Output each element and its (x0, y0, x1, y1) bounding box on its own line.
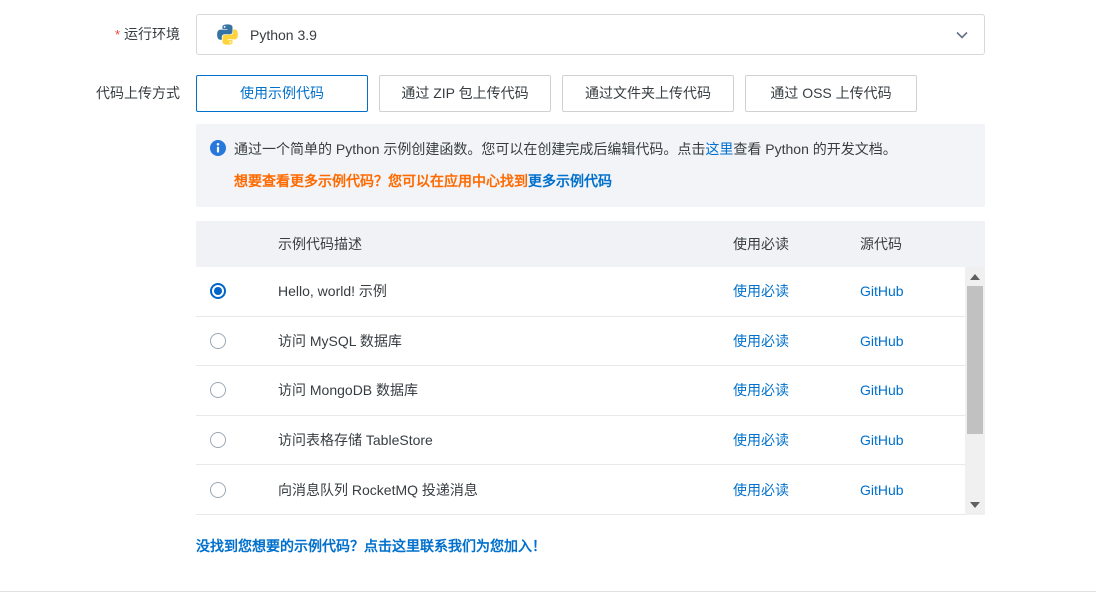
header-description: 示例代码描述 (278, 234, 733, 254)
contact-us-link[interactable]: 没找到您想要的示例代码？点击这里联系我们为您加入！ (196, 536, 546, 556)
table-header: 示例代码描述 使用必读 源代码 (196, 221, 985, 267)
readme-link[interactable]: 使用必读 (733, 283, 789, 299)
scroll-up-icon[interactable] (970, 274, 980, 280)
github-link[interactable]: GitHub (860, 482, 904, 498)
tab-sample-code[interactable]: 使用示例代码 (196, 75, 368, 112)
sample-radio[interactable] (210, 283, 226, 299)
table-row: 访问 MySQL 数据库 使用必读 GitHub (196, 317, 985, 367)
readme-link[interactable]: 使用必读 (733, 382, 789, 398)
python-icon (217, 24, 238, 45)
chevron-down-icon (954, 27, 970, 43)
banner-line1-suffix: 查看 Python 的开发文档。 (733, 141, 896, 157)
banner-line2: 想要查看更多示例代码？您可以在应用中心找到更多示例代码 (234, 171, 969, 191)
banner-line1-prefix: 通过一个简单的 Python 示例创建函数。您可以在创建完成后编辑代码。点击 (234, 141, 705, 157)
function-create-form: * 运行环境 Python 3.9 代码上传方式 使用示例代码 通过 ZIP 包上… (0, 0, 1096, 601)
github-link[interactable]: GitHub (860, 432, 904, 448)
sample-description: 向消息队列 RocketMQ 投递消息 (278, 480, 733, 500)
readme-link[interactable]: 使用必读 (733, 432, 789, 448)
banner-text: 通过一个简单的 Python 示例创建函数。您可以在创建完成后编辑代码。点击这里… (234, 139, 897, 159)
docs-here-link[interactable]: 这里 (705, 141, 733, 157)
header-readme: 使用必读 (733, 234, 860, 254)
scroll-down-icon[interactable] (970, 502, 980, 508)
table-body: Hello, world! 示例 使用必读 GitHub 访问 MySQL 数据… (196, 267, 985, 515)
banner-line2-prefix: 想要查看更多示例代码？您可以在应用中心找到 (234, 173, 528, 189)
info-icon (210, 140, 226, 156)
bottom-divider (0, 591, 1096, 592)
runtime-selected-value: Python 3.9 (250, 27, 954, 43)
runtime-label: * 运行环境 (0, 14, 196, 55)
sample-radio[interactable] (210, 482, 226, 498)
upload-method-tabs: 使用示例代码 通过 ZIP 包上传代码 通过文件夹上传代码 通过 OSS 上传代… (196, 75, 917, 112)
sample-radio[interactable] (210, 382, 226, 398)
readme-link[interactable]: 使用必读 (733, 482, 789, 498)
readme-link[interactable]: 使用必读 (733, 333, 789, 349)
sample-code-table: 示例代码描述 使用必读 源代码 Hello, world! 示例 使用必读 Gi… (196, 221, 985, 515)
info-banner: 通过一个简单的 Python 示例创建函数。您可以在创建完成后编辑代码。点击这里… (196, 124, 985, 207)
github-link[interactable]: GitHub (860, 333, 904, 349)
header-source: 源代码 (860, 234, 985, 254)
radio-cell (196, 283, 278, 299)
more-samples-link[interactable]: 更多示例代码 (528, 173, 612, 189)
sample-description: Hello, world! 示例 (278, 281, 733, 301)
github-link[interactable]: GitHub (860, 382, 904, 398)
runtime-select[interactable]: Python 3.9 (196, 14, 985, 55)
radio-cell (196, 432, 278, 448)
upload-method-label: 代码上传方式 (0, 75, 196, 112)
sample-radio[interactable] (210, 333, 226, 349)
runtime-label-text: 运行环境 (124, 26, 180, 42)
table-row: 访问 MongoDB 数据库 使用必读 GitHub (196, 366, 985, 416)
github-link[interactable]: GitHub (860, 283, 904, 299)
banner-line1: 通过一个简单的 Python 示例创建函数。您可以在创建完成后编辑代码。点击这里… (210, 139, 969, 159)
tab-zip-upload[interactable]: 通过 ZIP 包上传代码 (379, 75, 551, 112)
tab-folder-upload[interactable]: 通过文件夹上传代码 (562, 75, 734, 112)
tab-oss-upload[interactable]: 通过 OSS 上传代码 (745, 75, 917, 112)
table-scrollbar[interactable] (965, 267, 985, 515)
table-row: 向消息队列 RocketMQ 投递消息 使用必读 GitHub (196, 465, 985, 515)
runtime-row: * 运行环境 Python 3.9 (0, 14, 1096, 55)
radio-cell (196, 333, 278, 349)
radio-cell (196, 382, 278, 398)
table-row: Hello, world! 示例 使用必读 GitHub (196, 267, 985, 317)
sample-radio[interactable] (210, 432, 226, 448)
scrollbar-thumb[interactable] (967, 286, 983, 434)
required-asterisk: * (115, 27, 120, 42)
upload-method-row: 代码上传方式 使用示例代码 通过 ZIP 包上传代码 通过文件夹上传代码 通过 … (0, 75, 1096, 112)
table-row: 访问表格存储 TableStore 使用必读 GitHub (196, 416, 985, 466)
sample-description: 访问 MySQL 数据库 (278, 331, 733, 351)
sample-description: 访问表格存储 TableStore (278, 430, 733, 450)
sample-description: 访问 MongoDB 数据库 (278, 380, 733, 400)
radio-cell (196, 482, 278, 498)
